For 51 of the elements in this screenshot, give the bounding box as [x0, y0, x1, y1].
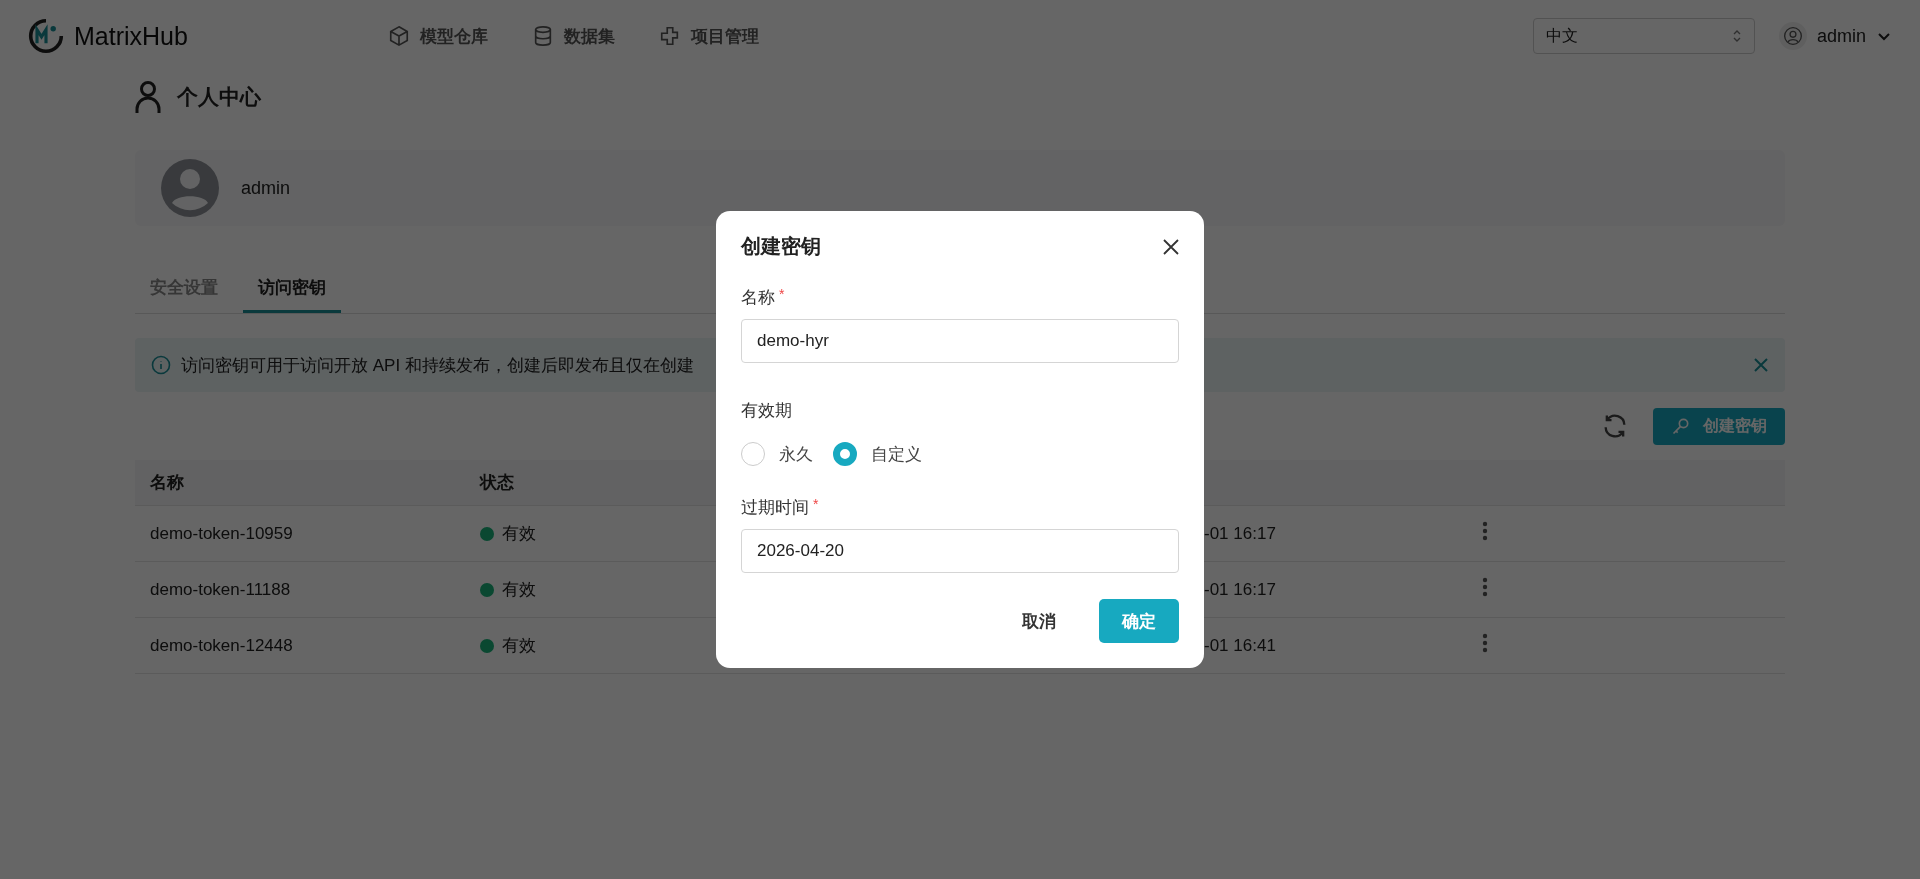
- avatar-icon: [161, 159, 219, 217]
- more-icon[interactable]: [1482, 521, 1488, 541]
- radio-circle[interactable]: [741, 442, 765, 466]
- tab[interactable]: 访问密钥: [243, 266, 341, 313]
- key-icon: [1671, 416, 1691, 436]
- column-header: 名称: [149, 472, 185, 494]
- confirm-button[interactable]: 确定: [1099, 599, 1179, 643]
- page-title: 个人中心: [177, 84, 261, 110]
- nav-item[interactable]: 项目管理: [659, 24, 759, 48]
- chevron-updown-icon: [1731, 29, 1742, 43]
- required-mark: *: [813, 496, 819, 514]
- user-name[interactable]: admin: [1816, 25, 1866, 47]
- alert-text: 访问密钥可用于访问开放 API 和持续发布，创建后即发布且仅在创建: [181, 354, 695, 377]
- radio-circle[interactable]: [833, 442, 857, 466]
- table-cell-text: -01 16:17: [1204, 579, 1277, 600]
- field-label: 有效期: [741, 400, 792, 422]
- status-text: 有效: [502, 523, 536, 545]
- table-cell-text: demo-token-12448: [149, 635, 294, 656]
- column-header: 状态: [480, 472, 515, 494]
- field-label: 名称: [741, 287, 775, 309]
- status-dot: [480, 526, 494, 541]
- person-icon: [135, 80, 161, 114]
- table-cell-text: -01 16:17: [1204, 523, 1277, 544]
- dialog-title: 创建密钥: [741, 234, 821, 259]
- status-dot: [480, 582, 494, 597]
- name-input-field[interactable]: demo-hyr: [741, 319, 1179, 363]
- logo-icon: [28, 18, 64, 54]
- table-cell-text: demo-token-10959: [149, 523, 294, 544]
- cube-icon: [388, 25, 410, 47]
- brand-name: MatrixHub: [74, 21, 188, 51]
- nav-item[interactable]: 数据集: [532, 24, 615, 48]
- status-text: 有效: [502, 635, 536, 657]
- more-icon[interactable]: [1482, 633, 1488, 653]
- profile-name: admin: [241, 177, 291, 199]
- database-icon: [532, 25, 554, 47]
- info-icon: [151, 355, 171, 375]
- close-icon[interactable]: [1163, 238, 1179, 255]
- language-select[interactable]: 中文: [1532, 18, 1755, 54]
- create-key-button[interactable]: 创建密钥: [1653, 407, 1785, 445]
- status-text: 有效: [502, 579, 536, 601]
- required-mark: *: [779, 286, 785, 304]
- user-avatar-icon[interactable]: [1778, 22, 1807, 50]
- radio-option[interactable]: 永久: [741, 442, 813, 466]
- field-label: 过期时间: [741, 497, 809, 519]
- table-cell-text: demo-token-11188: [149, 579, 292, 600]
- radio-option[interactable]: 自定义: [833, 442, 922, 466]
- status-dot: [480, 638, 494, 653]
- nav-item[interactable]: 模型仓库: [388, 24, 488, 48]
- more-icon[interactable]: [1482, 577, 1488, 597]
- date-input-field[interactable]: 2026-04-20: [741, 529, 1179, 573]
- table-cell-text: -01 16:41: [1204, 635, 1277, 656]
